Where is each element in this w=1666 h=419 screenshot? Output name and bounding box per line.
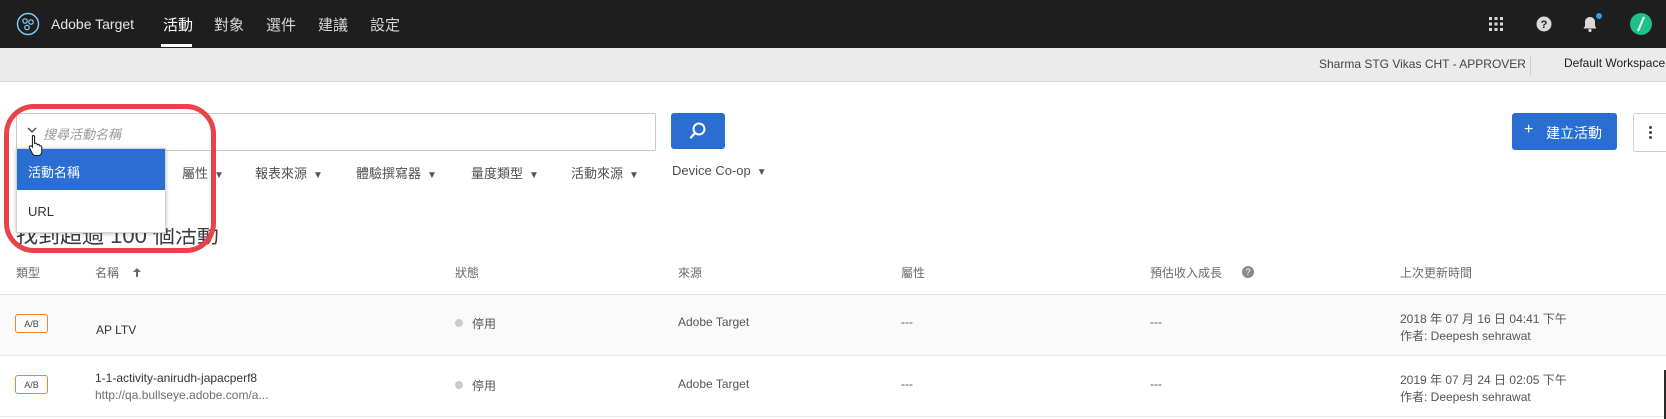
table-row[interactable]: A/B AP LTV 停用 Adobe Target --- --- 2018 …: [0, 295, 1666, 356]
top-navigation-bar: Adobe Target 活動 對象 選件 建議 設定 ?: [0, 0, 1666, 48]
search-button[interactable]: [671, 113, 725, 149]
chevron-down-icon: ▼: [313, 170, 323, 181]
active-tab-indicator: [161, 44, 192, 47]
help-icon[interactable]: ?: [1242, 266, 1254, 278]
plus-icon: +: [1524, 121, 1534, 138]
table-row[interactable]: A/B 1-1-activity-anirudh-japacperf8 http…: [0, 356, 1666, 417]
tab-settings[interactable]: 設定: [370, 14, 400, 35]
filter-device-coop[interactable]: Device Co-op ▼: [672, 163, 767, 178]
chevron-down-icon: ▼: [756, 167, 767, 178]
column-header-type[interactable]: 類型: [16, 264, 40, 281]
workspace-selector[interactable]: Default Workspace: [1564, 56, 1665, 70]
property-text: ---: [901, 377, 913, 391]
tab-recommendations[interactable]: 建議: [318, 14, 348, 35]
filter-activity-source[interactable]: 活動來源 ▼: [571, 163, 639, 182]
tab-offers[interactable]: 選件: [266, 14, 296, 35]
more-vertical-icon: [1649, 126, 1652, 129]
brand-name[interactable]: Adobe Target: [51, 16, 134, 32]
grid-icon[interactable]: [1484, 12, 1508, 36]
search-icon: [689, 122, 706, 139]
column-header-last-updated[interactable]: 上次更新時間: [1400, 264, 1472, 281]
author-text: 作者: Deepesh sehrawat: [1400, 329, 1531, 343]
estimated-lift-text: ---: [1150, 377, 1162, 391]
status-indicator: [455, 319, 463, 327]
svg-text:?: ?: [1541, 19, 1548, 31]
highlight-annotation: [4, 104, 216, 253]
help-icon[interactable]: ?: [1532, 12, 1556, 36]
status-text: 停用: [472, 317, 497, 331]
source-text: Adobe Target: [678, 315, 750, 329]
filter-report-source[interactable]: 報表來源 ▼: [255, 163, 323, 182]
activity-name-link[interactable]: 1-1-activity-anirudh-japacperf8: [95, 371, 257, 385]
adobe-target-logo-icon[interactable]: [16, 12, 40, 36]
column-header-property[interactable]: 屬性: [901, 264, 925, 281]
estimated-lift-text: ---: [1150, 315, 1162, 329]
activity-type-badge: A/B: [15, 314, 48, 333]
tab-activities[interactable]: 活動: [163, 14, 193, 35]
user-role-label: Sharma STG Vikas CHT - APPROVER: [1319, 57, 1526, 71]
workspace-bar: Sharma STG Vikas CHT - APPROVER Default …: [0, 48, 1666, 82]
divider: [1530, 55, 1531, 75]
sort-up-arrow-icon[interactable]: [132, 267, 142, 278]
author-text: 作者: Deepesh sehrawat: [1400, 390, 1531, 404]
column-header-source[interactable]: 來源: [678, 264, 702, 281]
property-text: ---: [901, 315, 913, 329]
column-header-status[interactable]: 狀態: [455, 264, 479, 281]
column-header-estimated-lift[interactable]: 預估收入成長: [1150, 264, 1222, 281]
chevron-down-icon: ▼: [629, 170, 639, 181]
last-updated-time: 2019 年 07 月 24 日 02:05 下午: [1400, 373, 1567, 387]
filter-metric-type[interactable]: 量度類型 ▼: [471, 163, 539, 182]
filter-experience-composer[interactable]: 體驗撰寫器 ▼: [356, 163, 437, 182]
chevron-down-icon: ▼: [529, 170, 539, 181]
source-text: Adobe Target: [678, 377, 750, 391]
last-updated-time: 2018 年 07 月 16 日 04:41 下午: [1400, 312, 1567, 326]
tab-audiences[interactable]: 對象: [214, 14, 244, 35]
activity-type-badge: A/B: [15, 375, 48, 394]
status-indicator: [455, 381, 463, 389]
chevron-down-icon: ▼: [427, 170, 437, 181]
create-activity-label: 建立活動: [1546, 125, 1602, 141]
notification-badge: [1596, 13, 1602, 19]
column-header-name[interactable]: 名稱: [95, 264, 142, 281]
create-activity-button[interactable]: + 建立活動: [1512, 113, 1617, 150]
status-text: 停用: [472, 379, 497, 393]
activity-url: http://qa.bullseye.adobe.com/a...: [95, 388, 269, 402]
more-options-button[interactable]: [1633, 113, 1666, 152]
avatar-icon[interactable]: [1629, 12, 1653, 36]
activity-name-link[interactable]: AP LTV: [96, 323, 136, 337]
